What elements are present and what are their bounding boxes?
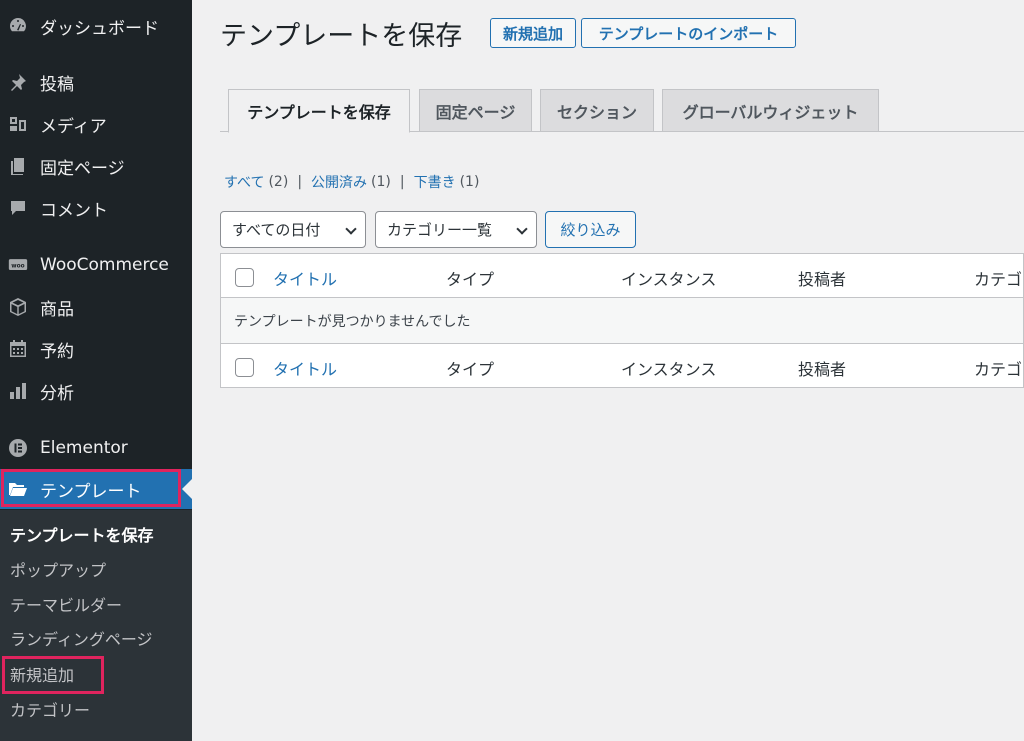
column-categories: カテゴリー	[974, 270, 1023, 289]
date-filter-value: すべての日付	[232, 221, 321, 239]
bar-chart-icon	[6, 379, 30, 403]
templates-submenu: テンプレートを保存 ポップアップ テーマビルダー ランディングページ 新規追加 …	[0, 510, 192, 741]
chevron-down-icon	[345, 223, 357, 235]
select-all-checkbox-footer[interactable]	[235, 358, 254, 377]
submenu-item-categories[interactable]: カテゴリー	[10, 699, 90, 723]
view-drafts-count: (1)	[459, 174, 480, 190]
elementor-icon	[6, 436, 30, 460]
submenu-item-saved-templates[interactable]: テンプレートを保存	[10, 524, 154, 548]
column-author-footer: 投稿者	[798, 360, 847, 379]
folder-open-icon	[6, 477, 30, 501]
menu-label: 予約	[40, 341, 74, 362]
templates-table: タイトル タイプ インスタンス 投稿者 カテゴリー テンプレートが見つかりません…	[220, 253, 1024, 388]
admin-sidebar: ダッシュボード 投稿 メディア 固定ページ コメント woo WooCommer…	[0, 0, 192, 741]
menu-label: ダッシュボード	[40, 18, 159, 39]
submenu-item-popups[interactable]: ポップアップ	[10, 559, 106, 583]
table-footer-row: タイトル タイプ インスタンス 投稿者 カテゴリー	[221, 344, 1023, 387]
pin-icon	[6, 70, 30, 94]
menu-item-posts[interactable]: 投稿	[0, 62, 192, 102]
woo-icon: woo	[6, 253, 30, 277]
category-filter-value: カテゴリー一覧	[387, 221, 493, 239]
submenu-item-landing-pages[interactable]: ランディングページ	[10, 628, 153, 652]
menu-label: 商品	[40, 299, 74, 320]
menu-item-analytics[interactable]: 分析	[0, 371, 192, 411]
menu-item-comments[interactable]: コメント	[0, 188, 192, 228]
column-type: タイプ	[446, 270, 495, 289]
menu-item-templates[interactable]: テンプレート	[0, 469, 192, 509]
menu-item-products[interactable]: 商品	[0, 287, 192, 327]
add-new-button[interactable]: 新規追加	[490, 18, 576, 48]
column-title[interactable]: タイトル	[273, 266, 337, 290]
menu-label: メディア	[40, 116, 107, 137]
menu-label: 投稿	[40, 74, 74, 95]
menu-label: 固定ページ	[40, 158, 125, 179]
column-title-footer[interactable]: タイトル	[273, 356, 337, 380]
menu-label: WooCommerce	[40, 255, 169, 275]
tab-global-widgets[interactable]: グローバルウィジェット	[662, 89, 879, 132]
comment-icon	[6, 196, 30, 220]
active-indicator	[182, 479, 192, 499]
menu-item-pages[interactable]: 固定ページ	[0, 146, 192, 186]
column-type-footer: タイプ	[446, 360, 495, 379]
menu-item-dashboard[interactable]: ダッシュボード	[0, 6, 192, 46]
menu-item-bookings[interactable]: 予約	[0, 329, 192, 369]
chevron-down-icon	[516, 223, 528, 235]
date-filter-select[interactable]: すべての日付	[220, 211, 366, 248]
svg-text:woo: woo	[11, 264, 24, 270]
box-icon	[6, 295, 30, 319]
tab-pages[interactable]: 固定ページ	[419, 89, 532, 132]
menu-label: テンプレート	[40, 481, 142, 502]
calendar-icon	[6, 337, 30, 361]
page-icon	[6, 154, 30, 178]
column-instances: インスタンス	[621, 270, 717, 289]
tab-saved-templates[interactable]: テンプレートを保存	[228, 89, 410, 133]
menu-label: 分析	[40, 383, 74, 404]
view-published-count: (1)	[371, 174, 391, 190]
view-drafts-link[interactable]: 下書き	[414, 172, 456, 192]
table-header-row: タイトル タイプ インスタンス 投稿者 カテゴリー	[221, 254, 1023, 298]
view-filters: すべて (2) | 公開済み (1) | 下書き (1)	[224, 172, 480, 192]
column-instances-footer: インスタンス	[621, 360, 717, 379]
page-title: テンプレートを保存	[220, 21, 463, 52]
column-author: 投稿者	[798, 270, 847, 289]
select-all-checkbox[interactable]	[235, 268, 254, 287]
menu-item-woocommerce[interactable]: woo WooCommerce	[0, 245, 192, 285]
dashboard-icon	[6, 14, 30, 38]
menu-label: Elementor	[40, 438, 128, 458]
filter-button[interactable]: 絞り込み	[545, 211, 636, 248]
menu-label: コメント	[40, 200, 108, 221]
view-all-count: (2)	[268, 174, 289, 190]
tab-sections[interactable]: セクション	[540, 89, 654, 132]
submenu-item-add-new[interactable]: 新規追加	[10, 664, 74, 688]
table-empty-row: テンプレートが見つかりませんでした	[221, 298, 1023, 344]
column-categories-footer: カテゴリー	[974, 360, 1023, 379]
category-filter-select[interactable]: カテゴリー一覧	[375, 211, 537, 248]
menu-item-elementor[interactable]: Elementor	[0, 428, 192, 468]
media-icon	[6, 112, 30, 136]
view-published-link[interactable]: 公開済み	[311, 172, 367, 192]
import-templates-button[interactable]: テンプレートのインポート	[581, 18, 796, 48]
menu-item-media[interactable]: メディア	[0, 104, 192, 144]
submenu-item-theme-builder[interactable]: テーマビルダー	[10, 594, 122, 618]
view-all-link[interactable]: すべて	[224, 172, 264, 192]
no-items-message: テンプレートが見つかりませんでした	[234, 314, 471, 330]
